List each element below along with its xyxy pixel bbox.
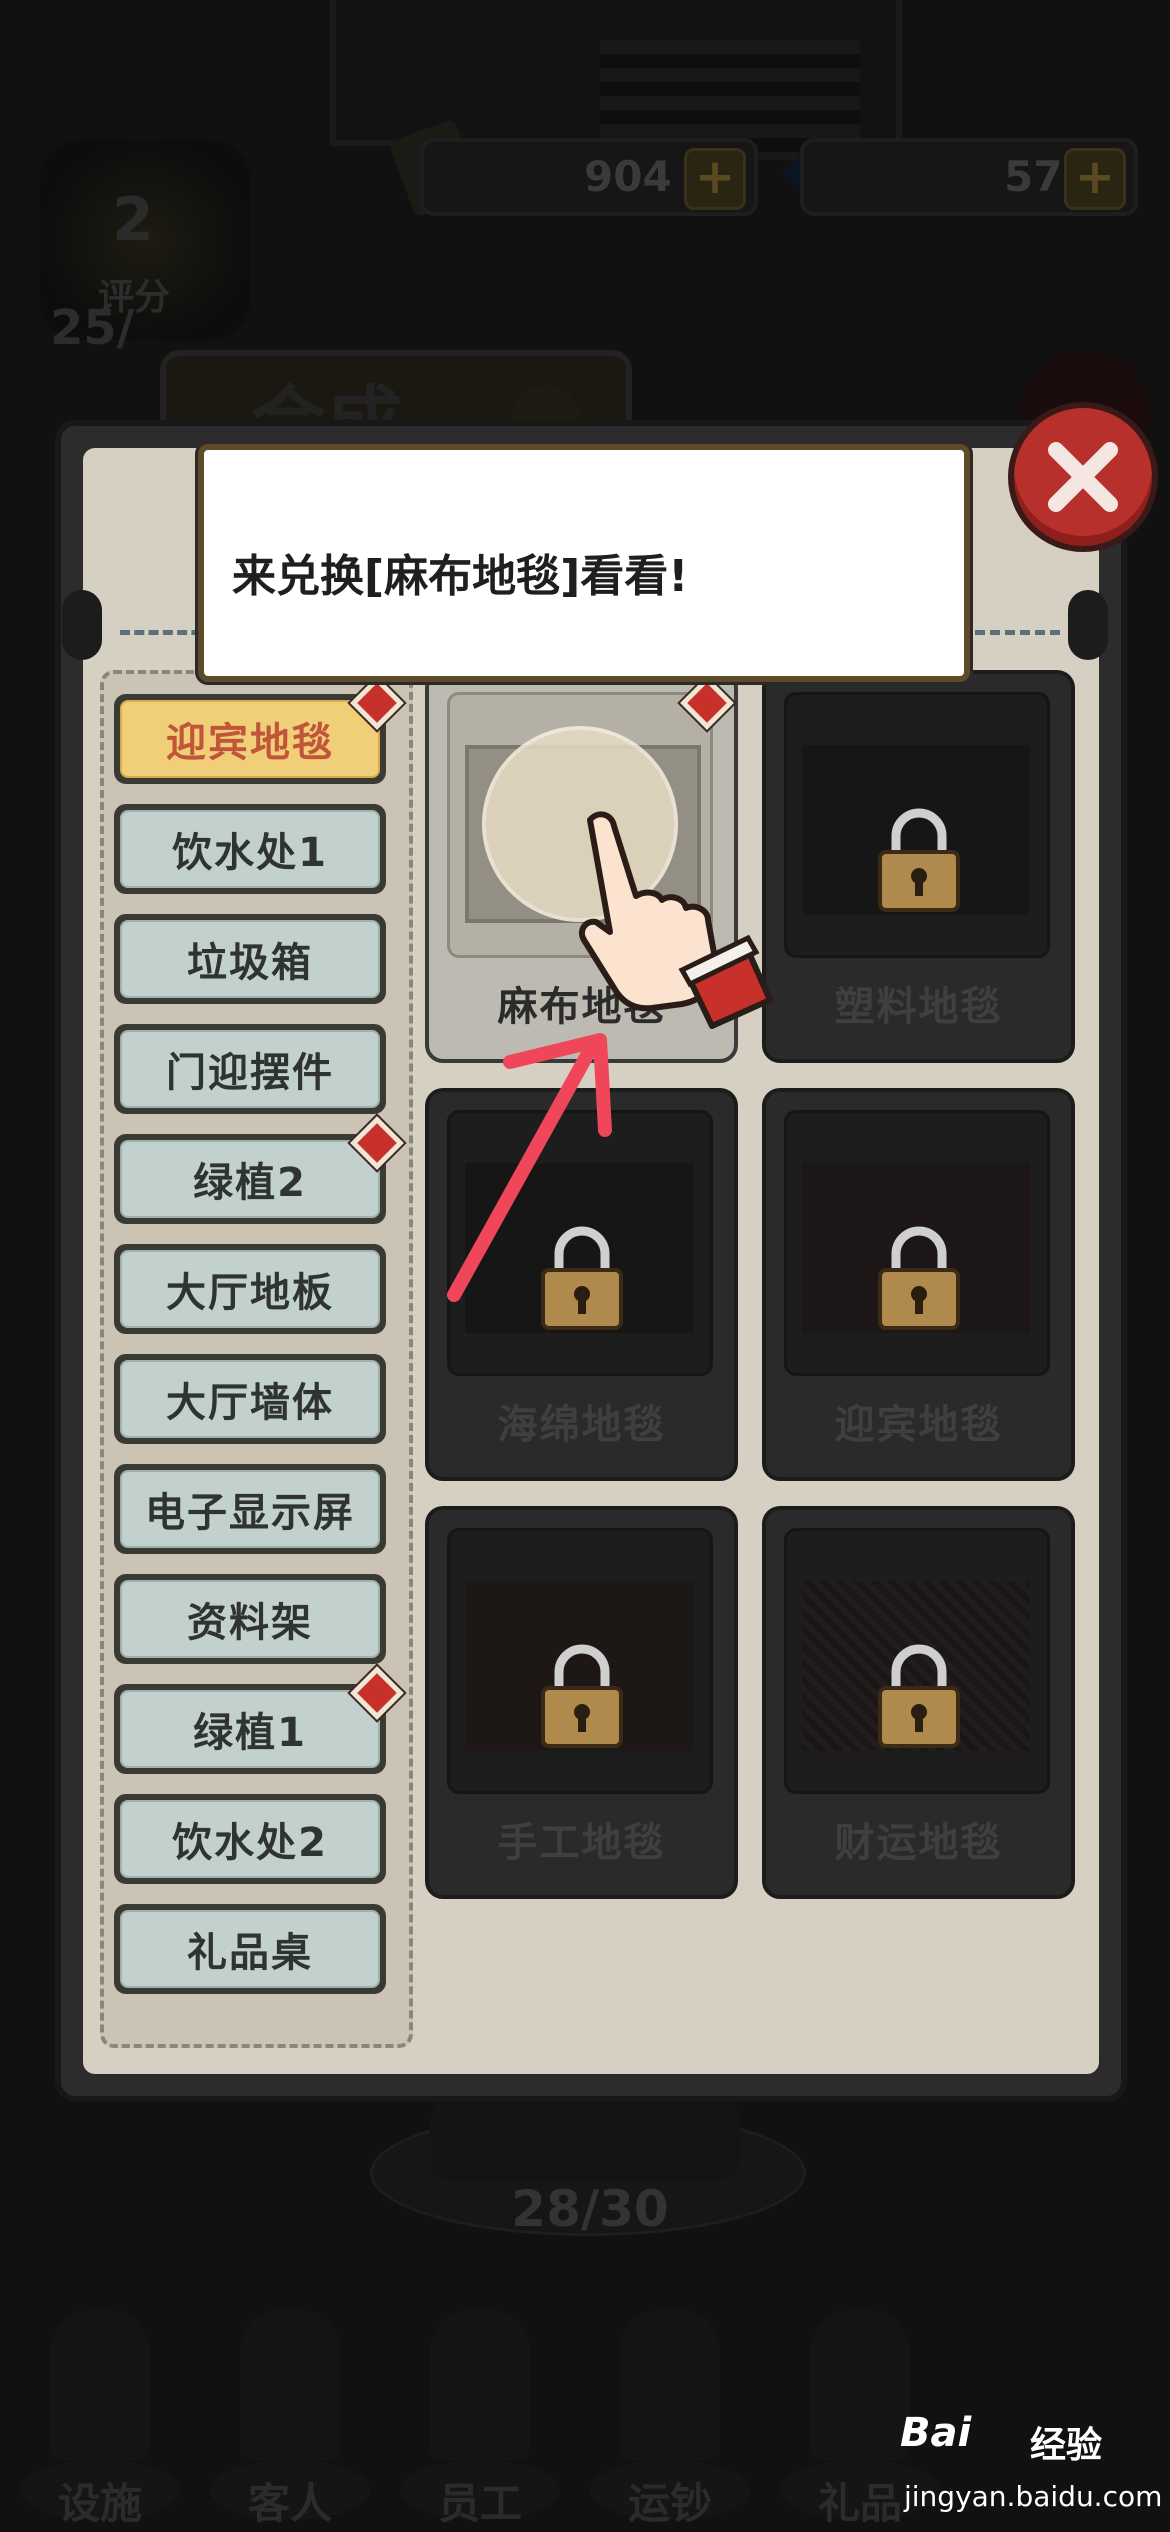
capacity-counter: 28/30 (511, 2180, 669, 2238)
item-card-handmade-rug[interactable]: 手工地毯 (425, 1506, 738, 1899)
guest-icon (240, 2310, 340, 2460)
category-label: 绿植1 (120, 1690, 380, 1768)
category-item-plant-2[interactable]: 绿植2 (114, 1134, 386, 1224)
category-item-plant-1[interactable]: 绿植1 (114, 1684, 386, 1774)
category-item-water-station-1[interactable]: 饮水处1 (114, 804, 386, 894)
category-item-trash-bin[interactable]: 垃圾箱 (114, 914, 386, 1004)
pointer-hand-icon (578, 811, 773, 1029)
close-button[interactable] (1008, 402, 1158, 552)
watermark-brand-cn: 经验 (1030, 2425, 1103, 2466)
item-card-plastic-rug[interactable]: 塑料地毯 (762, 670, 1075, 1063)
nav-item-staff[interactable]: 员工 (390, 2290, 570, 2530)
lock-icon (878, 808, 960, 912)
category-label: 电子显示屏 (120, 1470, 380, 1548)
divider (960, 630, 1060, 635)
staff-icon (430, 2310, 530, 2460)
nav-label: 运钞 (627, 2479, 712, 2528)
add-gems-button[interactable]: + (1064, 148, 1126, 210)
item-label: 手工地毯 (497, 1820, 666, 1866)
category-item-lobby-wall[interactable]: 大厅墙体 (114, 1354, 386, 1444)
cash-transport-icon (620, 2310, 720, 2460)
category-item-gift-table[interactable]: 礼品桌 (114, 1904, 386, 1994)
game-screen: 2 评分 25/ 904 + 57 + 合成 28/30 设施 (0, 0, 1170, 2532)
baidu-watermark: Bai 经验 jingyan.baidu.com (900, 2410, 1163, 2530)
category-label: 门迎摆件 (120, 1030, 380, 1108)
item-card-welcome-rug[interactable]: 迎宾地毯 (762, 1088, 1075, 1481)
counter-base (430, 2100, 740, 2180)
tooltip-text: 来兑换[麻布地毯]看看! (232, 551, 689, 602)
category-label: 迎宾地毯 (120, 700, 380, 778)
rating-level: 2 (112, 185, 154, 255)
dialog-notch-right (1068, 590, 1108, 660)
category-label: 礼品桌 (120, 1910, 380, 1988)
category-item-lobby-floor[interactable]: 大厅地板 (114, 1244, 386, 1334)
category-item-door-ornament[interactable]: 门迎摆件 (114, 1024, 386, 1114)
category-label: 资料架 (120, 1580, 380, 1658)
nav-item-guests[interactable]: 客人 (200, 2290, 380, 2530)
item-label: 塑料地毯 (834, 984, 1003, 1030)
category-item-welcome-rug[interactable]: 迎宾地毯 (114, 694, 386, 784)
item-label: 海绵地毯 (497, 1402, 666, 1448)
arrow-icon (447, 1033, 612, 1302)
coins-bar: 904 + (420, 138, 758, 216)
category-label: 大厅墙体 (120, 1360, 380, 1438)
watermark-brand: Bai (900, 2410, 972, 2456)
gems-bar: 57 + (800, 138, 1138, 216)
category-label: 大厅地板 (120, 1250, 380, 1328)
lock-icon (541, 1644, 623, 1748)
lock-icon (878, 1226, 960, 1330)
item-label: 迎宾地毯 (834, 1402, 1003, 1448)
category-label: 饮水处1 (120, 810, 380, 888)
nav-item-facilities[interactable]: 设施 (10, 2290, 190, 2530)
item-label: 财运地毯 (834, 1820, 1003, 1866)
category-sidebar[interactable]: 迎宾地毯 饮水处1 垃圾箱 门迎摆件 绿植2 大厅地板 大厅墙体 电子显示屏 资… (100, 670, 413, 2048)
category-item-display-screen[interactable]: 电子显示屏 (114, 1464, 386, 1554)
category-label: 垃圾箱 (120, 920, 380, 998)
coins-value: 904 (584, 152, 672, 201)
category-item-document-rack[interactable]: 资料架 (114, 1574, 386, 1664)
facilities-icon (50, 2310, 150, 2460)
gems-value: 57 (1004, 152, 1063, 201)
lock-icon (878, 1644, 960, 1748)
add-coins-button[interactable]: + (684, 148, 746, 210)
tutorial-tooltip: 来兑换[麻布地毯]看看! (198, 444, 970, 682)
category-label: 绿植2 (120, 1140, 380, 1218)
nav-label: 员工 (437, 2479, 522, 2528)
nav-item-cash-transport[interactable]: 运钞 (580, 2290, 760, 2530)
item-card-fortune-rug[interactable]: 财运地毯 (762, 1506, 1075, 1899)
category-label: 饮水处2 (120, 1800, 380, 1878)
dialog-notch-left (62, 590, 102, 660)
rating-value: 25/ (50, 300, 135, 356)
nav-label: 客人 (247, 2479, 332, 2528)
watermark-url: jingyan.baidu.com (904, 2480, 1163, 2513)
gift-icon (810, 2310, 910, 2460)
category-item-water-station-2[interactable]: 饮水处2 (114, 1794, 386, 1884)
nav-label: 设施 (57, 2479, 142, 2528)
